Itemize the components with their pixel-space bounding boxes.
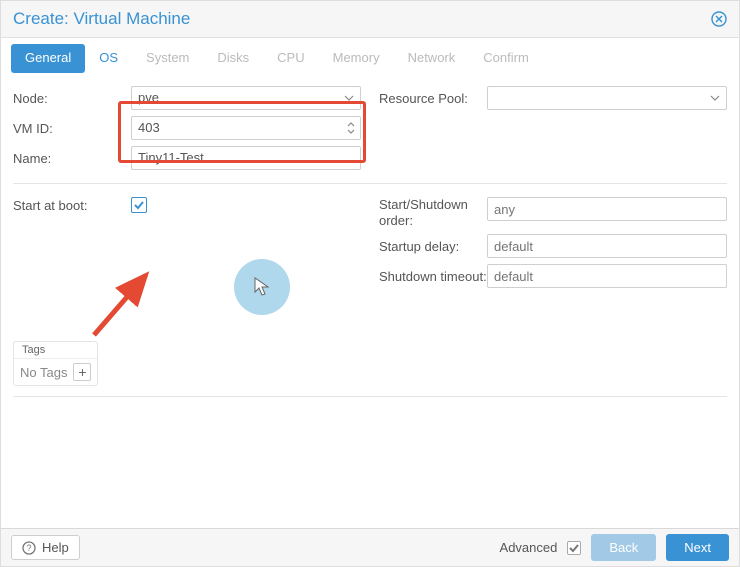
svg-text:?: ? bbox=[26, 543, 31, 553]
dialog-footer: ? Help Advanced Back Next bbox=[1, 528, 739, 566]
tab-bar: General OS System Disks CPU Memory Netwo… bbox=[1, 37, 739, 73]
advanced-label: Advanced bbox=[500, 540, 558, 555]
tags-section: Tags No Tags + bbox=[13, 341, 98, 386]
start-at-boot-checkbox[interactable] bbox=[131, 197, 147, 213]
start-shutdown-input[interactable] bbox=[487, 197, 727, 221]
vmid-value: 403 bbox=[138, 120, 160, 135]
chevron-up-icon bbox=[346, 121, 356, 128]
node-combobox[interactable]: pve bbox=[131, 86, 361, 110]
close-icon[interactable] bbox=[711, 11, 727, 27]
left-column: Node: pve VM ID: 403 bbox=[13, 83, 361, 173]
tab-disks: Disks bbox=[203, 44, 263, 73]
field-shutdown-timeout: Shutdown timeout: bbox=[379, 261, 727, 291]
footer-right: Advanced Back Next bbox=[500, 534, 729, 561]
right-column-adv: Start/Shutdown order: Startup delay: Shu… bbox=[379, 194, 727, 291]
resource-pool-label: Resource Pool: bbox=[379, 91, 487, 106]
vmid-spinner[interactable] bbox=[346, 118, 356, 138]
help-button[interactable]: ? Help bbox=[11, 535, 80, 560]
tags-header: Tags bbox=[14, 342, 97, 359]
titlebar: Create: Virtual Machine bbox=[1, 1, 739, 37]
field-start-shutdown: Start/Shutdown order: bbox=[379, 194, 727, 231]
tab-network: Network bbox=[394, 44, 470, 73]
start-at-boot-label: Start at boot: bbox=[13, 198, 131, 213]
left-column-adv: Start at boot: bbox=[13, 194, 361, 291]
top-fields-grid: Node: pve VM ID: 403 bbox=[13, 83, 727, 173]
divider bbox=[13, 183, 727, 184]
field-start-at-boot: Start at boot: bbox=[13, 194, 361, 217]
tab-memory: Memory bbox=[319, 44, 394, 73]
field-startup-delay: Startup delay: bbox=[379, 231, 727, 261]
help-icon: ? bbox=[22, 541, 36, 555]
check-icon bbox=[569, 543, 579, 553]
tags-body: No Tags + bbox=[14, 359, 97, 385]
tab-confirm: Confirm bbox=[469, 44, 543, 73]
vmid-input[interactable]: 403 bbox=[131, 116, 361, 140]
help-label: Help bbox=[42, 540, 69, 555]
back-button[interactable]: Back bbox=[591, 534, 656, 561]
tags-empty-text: No Tags bbox=[20, 365, 67, 380]
tab-cpu: CPU bbox=[263, 44, 318, 73]
name-label: Name: bbox=[13, 151, 131, 166]
shutdown-timeout-label: Shutdown timeout: bbox=[379, 269, 487, 284]
start-shutdown-label: Start/Shutdown order: bbox=[379, 197, 487, 228]
chevron-down-icon bbox=[342, 90, 356, 106]
tab-os[interactable]: OS bbox=[85, 44, 132, 73]
tab-content: Node: pve VM ID: 403 bbox=[1, 73, 739, 528]
vmid-label: VM ID: bbox=[13, 121, 131, 136]
tab-system: System bbox=[132, 44, 203, 73]
dialog-create-vm: Create: Virtual Machine General OS Syste… bbox=[0, 0, 740, 567]
check-icon bbox=[133, 199, 145, 211]
shutdown-timeout-input[interactable] bbox=[487, 264, 727, 288]
plus-icon: + bbox=[78, 364, 86, 380]
right-column-top: Resource Pool: bbox=[379, 83, 727, 173]
chevron-down-icon bbox=[346, 128, 356, 135]
field-node: Node: pve bbox=[13, 83, 361, 113]
window-title: Create: Virtual Machine bbox=[13, 9, 190, 29]
tab-general[interactable]: General bbox=[11, 44, 85, 73]
add-tag-button[interactable]: + bbox=[73, 363, 91, 381]
node-value: pve bbox=[138, 90, 159, 105]
field-vmid: VM ID: 403 bbox=[13, 113, 361, 143]
advanced-checkbox[interactable] bbox=[567, 541, 581, 555]
next-button[interactable]: Next bbox=[666, 534, 729, 561]
resource-pool-combobox[interactable] bbox=[487, 86, 727, 110]
name-value: Tiny11-Test bbox=[138, 150, 204, 165]
chevron-down-icon bbox=[708, 90, 722, 106]
field-name: Name: Tiny11-Test bbox=[13, 143, 361, 173]
startup-delay-input[interactable] bbox=[487, 234, 727, 258]
advanced-fields-grid: Start at boot: Start/Shutdown order: Sta… bbox=[13, 194, 727, 291]
name-input[interactable]: Tiny11-Test bbox=[131, 146, 361, 170]
field-resource-pool: Resource Pool: bbox=[379, 83, 727, 113]
node-label: Node: bbox=[13, 91, 131, 106]
divider bbox=[13, 396, 727, 397]
startup-delay-label: Startup delay: bbox=[379, 239, 487, 254]
